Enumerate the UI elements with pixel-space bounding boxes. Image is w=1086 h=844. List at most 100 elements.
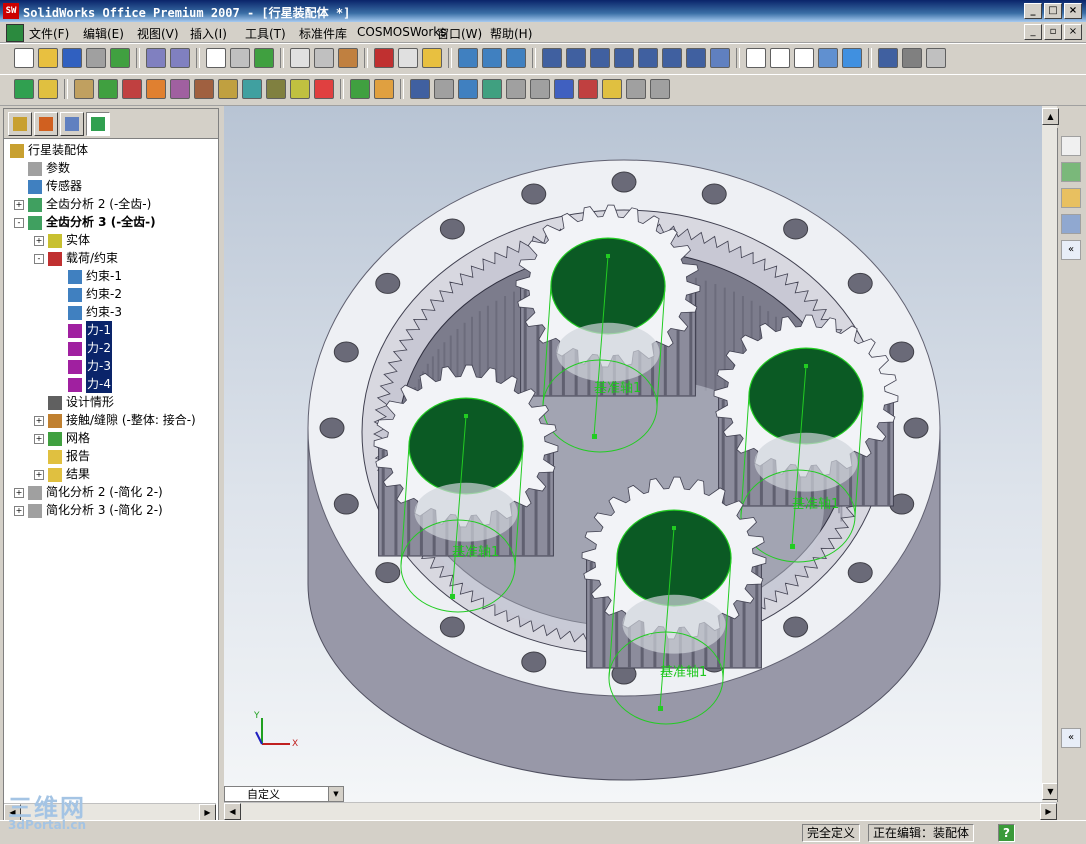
tree-node[interactable]: 传感器 xyxy=(28,177,82,195)
tree-node[interactable]: + 全齿分析 2 (-全齿-) xyxy=(14,195,151,213)
sketch-icon[interactable] xyxy=(314,48,334,68)
shaded-icon[interactable] xyxy=(842,48,862,68)
new-document-icon[interactable] xyxy=(14,48,34,68)
menu-insert[interactable]: 插入(I) xyxy=(190,25,227,42)
collapse-icon[interactable]: - xyxy=(14,218,24,228)
tree-node[interactable]: 约束-3 xyxy=(68,303,122,321)
zoom-fit-icon[interactable] xyxy=(542,48,562,68)
scroll-right-button[interactable]: ▶ xyxy=(199,804,216,821)
smart-dimension-icon[interactable] xyxy=(338,48,358,68)
torque-icon[interactable] xyxy=(218,79,238,99)
load-icon[interactable] xyxy=(122,79,142,99)
zoom-in-icon[interactable] xyxy=(590,48,610,68)
menu-help[interactable]: 帮助(H) xyxy=(490,25,532,42)
scroll-left-button[interactable]: ◀ xyxy=(224,803,241,820)
tree-node[interactable]: + 实体 xyxy=(34,231,90,249)
view-orientation-icon[interactable] xyxy=(686,48,706,68)
tree-node[interactable]: 力-3 xyxy=(68,357,112,375)
mate-icon[interactable] xyxy=(458,48,478,68)
shaded-edges-icon[interactable] xyxy=(818,48,838,68)
collapse-icon[interactable]: - xyxy=(34,254,44,264)
report-icon[interactable] xyxy=(482,79,502,99)
document-icon[interactable] xyxy=(6,24,24,42)
expand-icon[interactable]: + xyxy=(14,488,24,498)
wireframe-icon[interactable] xyxy=(746,48,766,68)
tree-node[interactable]: 约束-2 xyxy=(68,285,122,303)
tree-node[interactable]: + 结果 xyxy=(34,465,90,483)
tree-node[interactable]: + 简化分析 3 (-简化 2-) xyxy=(14,501,163,519)
menu-edit[interactable]: 编辑(E) xyxy=(83,25,124,42)
tree-node[interactable]: 力-1 xyxy=(68,321,112,339)
simulation-icon[interactable] xyxy=(38,79,58,99)
tree-node[interactable]: 力-4 xyxy=(68,375,112,393)
animate-icon[interactable] xyxy=(458,79,478,99)
tab-configuration-manager[interactable] xyxy=(60,112,84,136)
list-results-icon[interactable] xyxy=(434,79,454,99)
zoom-out-icon[interactable] xyxy=(614,48,634,68)
expand-icon[interactable]: + xyxy=(34,416,44,426)
bearing-icon[interactable] xyxy=(242,79,262,99)
planetary-gear-model[interactable]: 基准轴1 基准轴1 基准轴1 基准轴1 X Y xyxy=(224,106,1042,802)
design-library-icon[interactable] xyxy=(1061,162,1081,182)
menu-toolbox[interactable]: 标准件库 xyxy=(299,25,347,42)
pin-icon[interactable] xyxy=(266,79,286,99)
run-icon[interactable] xyxy=(350,79,370,99)
section-icon[interactable] xyxy=(710,48,730,68)
menu-cosmosworks[interactable]: COSMOSWorks xyxy=(357,25,447,39)
move-icon[interactable] xyxy=(482,48,502,68)
traffic-light-icon[interactable] xyxy=(254,48,274,68)
gravity-icon[interactable] xyxy=(194,79,214,99)
doc-restore-button[interactable]: ▫ xyxy=(1044,24,1062,40)
rotate-view-icon[interactable] xyxy=(638,48,658,68)
file-explorer-icon[interactable] xyxy=(1061,188,1081,208)
tree-node[interactable]: 力-2 xyxy=(68,339,112,357)
tree-root[interactable]: 行星装配体 xyxy=(10,141,88,159)
list-icon[interactable] xyxy=(398,48,418,68)
close-button[interactable]: × xyxy=(1064,3,1082,19)
smart-select-icon[interactable] xyxy=(230,48,250,68)
configuration-select[interactable]: 自定义 ▼ xyxy=(224,786,344,802)
tree-node[interactable]: 参数 xyxy=(28,159,70,177)
tree-node[interactable]: 报告 xyxy=(48,447,90,465)
expand-icon[interactable]: + xyxy=(14,200,24,210)
undo-icon[interactable] xyxy=(146,48,166,68)
realview-icon[interactable] xyxy=(926,48,946,68)
menu-window[interactable]: 窗口(W) xyxy=(437,25,482,42)
print-icon[interactable] xyxy=(86,48,106,68)
perspective-icon[interactable] xyxy=(878,48,898,68)
collapse-pane-icon[interactable]: « xyxy=(1061,240,1081,260)
plot-icon[interactable] xyxy=(554,79,574,99)
fixture-icon[interactable] xyxy=(98,79,118,99)
grid-toggle-icon[interactable] xyxy=(650,79,670,99)
help-icon[interactable]: ? xyxy=(998,824,1015,842)
scroll-right-button[interactable]: ▶ xyxy=(1040,803,1057,820)
result-icon[interactable] xyxy=(314,79,334,99)
open-icon[interactable] xyxy=(38,48,58,68)
tab-cosmosworks-manager[interactable] xyxy=(86,112,110,136)
tree-node[interactable]: - 全齿分析 3 (-全齿-) xyxy=(14,213,156,231)
hidden-lines-icon[interactable] xyxy=(770,48,790,68)
tree-node[interactable]: + 网格 xyxy=(34,429,90,447)
legend-icon[interactable] xyxy=(626,79,646,99)
expand-icon[interactable]: + xyxy=(14,506,24,516)
hidden-removed-icon[interactable] xyxy=(794,48,814,68)
pan-icon[interactable] xyxy=(662,48,682,68)
zoom-area-icon[interactable] xyxy=(566,48,586,68)
connector-icon[interactable] xyxy=(146,79,166,99)
home-icon[interactable] xyxy=(1061,136,1081,156)
view-palette-icon[interactable] xyxy=(1061,214,1081,234)
save-icon[interactable] xyxy=(62,48,82,68)
table-icon[interactable] xyxy=(602,79,622,99)
menu-tools[interactable]: 工具(T) xyxy=(245,25,286,42)
tab-feature-manager[interactable] xyxy=(8,112,32,136)
box-icon[interactable] xyxy=(374,48,394,68)
pressure-icon[interactable] xyxy=(170,79,190,99)
scroll-up-button[interactable]: ▲ xyxy=(1042,108,1059,125)
tree-node[interactable]: + 接触/缝隙 (-整体: 接合-) xyxy=(34,411,196,429)
options-icon[interactable] xyxy=(110,48,130,68)
chevron-down-icon[interactable]: ▼ xyxy=(328,787,343,801)
doc-close-button[interactable]: × xyxy=(1064,24,1082,40)
grid-icon[interactable] xyxy=(290,48,310,68)
mesh-icon[interactable] xyxy=(290,79,310,99)
expand-icon[interactable]: + xyxy=(34,470,44,480)
